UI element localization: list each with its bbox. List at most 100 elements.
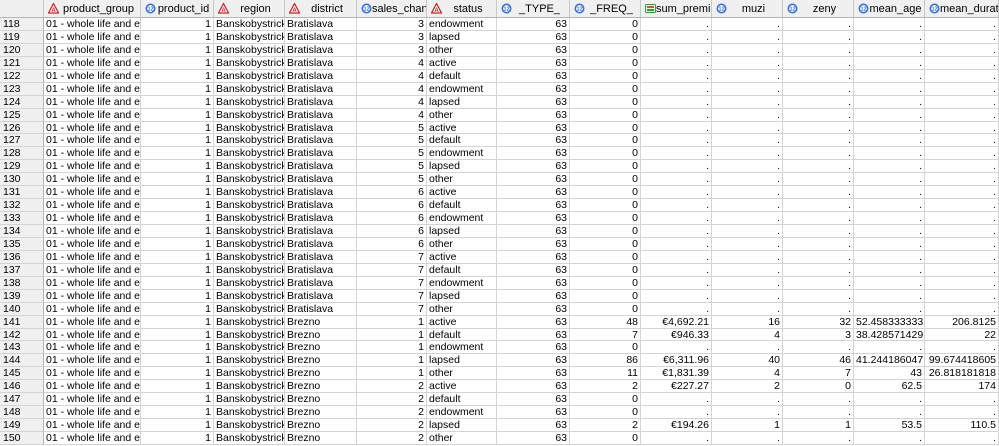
cell-mean-duration[interactable]: . — [925, 134, 999, 148]
cell-mean-age[interactable]: . — [854, 43, 925, 57]
cell-sales-channel[interactable]: 4 — [357, 95, 427, 109]
cell-muzi[interactable]: . — [712, 341, 783, 355]
cell--freq-[interactable]: 48 — [570, 315, 641, 329]
cell-region[interactable]: Banskobystrický — [214, 199, 285, 213]
table-row[interactable]: 13701 - whole life and end...1Banskobyst… — [0, 263, 999, 277]
cell--freq-[interactable]: 0 — [570, 302, 641, 316]
cell-mean-duration[interactable]: . — [925, 69, 999, 83]
cell-region[interactable]: Banskobystrický — [214, 419, 285, 432]
cell-status[interactable]: default — [427, 328, 497, 342]
cell-district[interactable]: Bratislava — [285, 263, 357, 277]
cell--freq-[interactable]: 0 — [570, 30, 641, 44]
table-row[interactable]: 14601 - whole life and end...1Banskobyst… — [0, 380, 999, 394]
table-row[interactable]: 13801 - whole life and end...1Banskobyst… — [0, 276, 999, 290]
cell-district[interactable]: Bratislava — [285, 225, 357, 238]
cell-mean-age[interactable]: . — [854, 82, 925, 96]
column-header-product-group[interactable]: Aproduct_group — [44, 0, 141, 17]
cell-product-id[interactable]: 1 — [141, 380, 214, 394]
cell-product-group[interactable]: 01 - whole life and end... — [44, 225, 141, 238]
cell-muzi[interactable]: . — [712, 186, 783, 200]
cell-product-group[interactable]: 01 - whole life and end... — [44, 380, 141, 394]
cell-status[interactable]: default — [427, 134, 497, 148]
cell-zeny[interactable]: . — [783, 173, 854, 187]
cell-sales-channel[interactable]: 6 — [357, 199, 427, 213]
cell-sales-channel[interactable]: 2 — [357, 380, 427, 394]
cell-mean-duration[interactable]: . — [925, 160, 999, 174]
cell-region[interactable]: Banskobystrický — [214, 406, 285, 420]
cell-product-id[interactable]: 1 — [141, 289, 214, 303]
column-header-mean-duration[interactable]: 12mean_durati... — [925, 0, 999, 17]
cell-mean-duration[interactable]: . — [925, 30, 999, 44]
cell--type-[interactable]: 63 — [497, 419, 570, 432]
cell-district[interactable]: Brezno — [285, 341, 357, 355]
column-header-region[interactable]: Aregion — [214, 0, 285, 17]
cell-mean-age[interactable]: . — [854, 432, 925, 445]
cell-mean-duration[interactable]: . — [925, 225, 999, 238]
row-number[interactable]: 140 — [0, 302, 44, 316]
cell-region[interactable]: Banskobystrický — [214, 225, 285, 238]
cell-region[interactable]: Banskobystrický — [214, 69, 285, 83]
cell-region[interactable]: Banskobystrický — [214, 108, 285, 122]
cell-mean-duration[interactable]: . — [925, 341, 999, 355]
row-number[interactable]: 124 — [0, 95, 44, 109]
cell-district[interactable]: Brezno — [285, 393, 357, 407]
cell--freq-[interactable]: 0 — [570, 134, 641, 148]
table-row[interactable]: 14201 - whole life and end...1Banskobyst… — [0, 328, 999, 342]
cell-product-group[interactable]: 01 - whole life and end... — [44, 56, 141, 70]
table-row[interactable]: 12001 - whole life and end...1Banskobyst… — [0, 43, 999, 57]
cell-sum-premium[interactable]: . — [641, 289, 712, 303]
cell-status[interactable]: other — [427, 173, 497, 187]
table-row[interactable]: 14901 - whole life and end...1Banskobyst… — [0, 419, 999, 432]
cell-sum-premium[interactable]: . — [641, 212, 712, 225]
row-number[interactable]: 145 — [0, 367, 44, 381]
cell-status[interactable]: lapsed — [427, 289, 497, 303]
cell-mean-age[interactable]: . — [854, 95, 925, 109]
row-number[interactable]: 132 — [0, 199, 44, 213]
row-number-header[interactable] — [0, 0, 44, 17]
cell-district[interactable]: Bratislava — [285, 250, 357, 264]
cell--freq-[interactable]: 0 — [570, 108, 641, 122]
cell-sales-channel[interactable]: 5 — [357, 121, 427, 135]
cell-mean-age[interactable]: 53.5 — [854, 419, 925, 432]
row-number[interactable]: 135 — [0, 237, 44, 251]
cell-product-id[interactable]: 1 — [141, 95, 214, 109]
cell-zeny[interactable]: . — [783, 406, 854, 420]
cell-muzi[interactable]: 4 — [712, 328, 783, 342]
cell-district[interactable]: Bratislava — [285, 199, 357, 213]
cell-sum-premium[interactable]: €194.26 — [641, 419, 712, 432]
cell-product-group[interactable]: 01 - whole life and end... — [44, 30, 141, 44]
cell-sales-channel[interactable]: 7 — [357, 289, 427, 303]
cell-product-group[interactable]: 01 - whole life and end... — [44, 367, 141, 381]
cell--freq-[interactable]: 0 — [570, 18, 641, 31]
cell-district[interactable]: Bratislava — [285, 121, 357, 135]
cell--freq-[interactable]: 2 — [570, 380, 641, 394]
column-header-district[interactable]: Adistrict — [285, 0, 357, 17]
cell-zeny[interactable]: . — [783, 82, 854, 96]
cell-product-group[interactable]: 01 - whole life and end... — [44, 199, 141, 213]
cell-sales-channel[interactable]: 7 — [357, 302, 427, 316]
cell-zeny[interactable]: . — [783, 393, 854, 407]
cell-mean-age[interactable]: . — [854, 212, 925, 225]
cell-district[interactable]: Brezno — [285, 354, 357, 368]
row-number[interactable]: 149 — [0, 419, 44, 432]
cell-zeny[interactable]: 32 — [783, 315, 854, 329]
cell-product-group[interactable]: 01 - whole life and end... — [44, 43, 141, 57]
cell-zeny[interactable]: . — [783, 302, 854, 316]
cell-product-id[interactable]: 1 — [141, 225, 214, 238]
table-row[interactable]: 12101 - whole life and end...1Banskobyst… — [0, 56, 999, 70]
cell--type-[interactable]: 63 — [497, 30, 570, 44]
cell-muzi[interactable]: . — [712, 95, 783, 109]
column-header-status[interactable]: Astatus — [427, 0, 497, 17]
cell--type-[interactable]: 63 — [497, 212, 570, 225]
row-number[interactable]: 148 — [0, 406, 44, 420]
cell-region[interactable]: Banskobystrický — [214, 237, 285, 251]
cell-status[interactable]: other — [427, 367, 497, 381]
cell-product-group[interactable]: 01 - whole life and end... — [44, 95, 141, 109]
cell-product-group[interactable]: 01 - whole life and end... — [44, 250, 141, 264]
cell-product-id[interactable]: 1 — [141, 432, 214, 445]
cell--type-[interactable]: 63 — [497, 121, 570, 135]
cell-muzi[interactable]: . — [712, 121, 783, 135]
table-row[interactable]: 12901 - whole life and end...1Banskobyst… — [0, 160, 999, 174]
cell-muzi[interactable]: 4 — [712, 367, 783, 381]
table-row[interactable]: 12501 - whole life and end...1Banskobyst… — [0, 108, 999, 122]
